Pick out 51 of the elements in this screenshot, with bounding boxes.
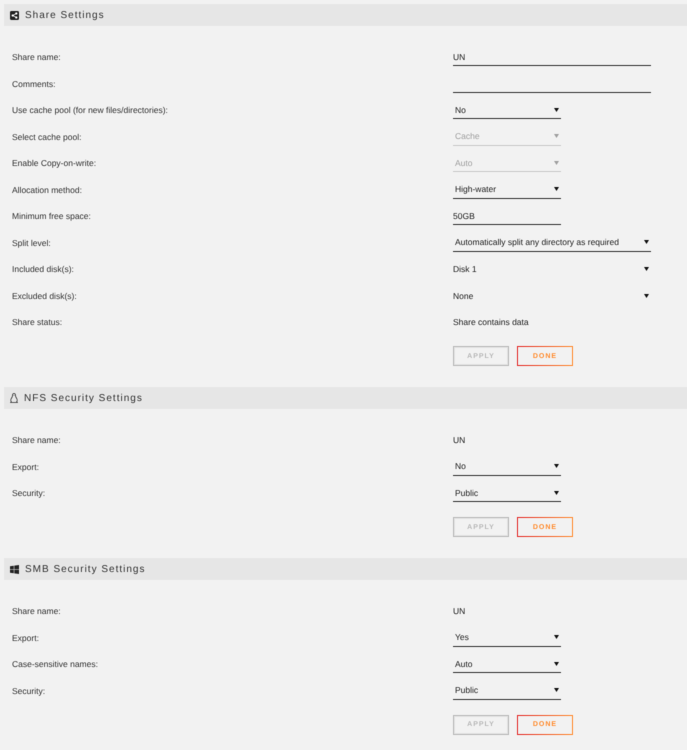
field-label: Share name: — [12, 605, 61, 618]
field-label: Excluded disk(s): — [12, 290, 77, 303]
dropdown-select[interactable]: Public — [453, 682, 561, 700]
caret-icon — [554, 160, 559, 164]
caret-icon — [644, 294, 649, 298]
field-label: Comments: — [12, 78, 56, 90]
field-label: Enable Copy-on-write: — [12, 157, 96, 170]
field-label: Use cache pool (for new files/directories): — [12, 104, 168, 117]
dropdown-select[interactable]: Automatically split any directory as required — [453, 234, 651, 252]
field-label: Minimum free space: — [12, 210, 91, 223]
text-input[interactable]: UN — [453, 48, 651, 66]
field-label: Share name: — [12, 51, 61, 64]
penguin-icon — [10, 393, 18, 403]
windows-icon — [10, 564, 19, 574]
field-label: Allocation method: — [12, 184, 82, 196]
field-label: Share name: — [12, 434, 61, 447]
dropdown-select[interactable]: No — [453, 101, 561, 119]
field-label: Security: — [12, 487, 46, 500]
dropdown-select[interactable]: High-water — [453, 180, 561, 198]
caret-icon — [644, 267, 649, 271]
dropdown-checklist[interactable]: Disk 1 — [453, 260, 651, 278]
share-icon — [10, 10, 19, 20]
caret-icon — [554, 108, 559, 112]
field-value: UN — [453, 605, 466, 618]
caret-icon — [554, 187, 559, 191]
field-label: Security: — [12, 684, 46, 698]
dropdown-checklist[interactable]: None — [453, 286, 651, 304]
section-title: Share Settings — [25, 10, 105, 20]
dropdown-select[interactable]: Public — [453, 484, 561, 502]
caret-icon — [554, 134, 559, 138]
field-label: Select cache pool: — [12, 130, 82, 144]
dropdown-select[interactable]: No — [453, 458, 561, 476]
field-label: Export: — [12, 460, 39, 474]
text-input[interactable]: 50GB — [453, 207, 561, 225]
caret-icon — [554, 464, 559, 468]
dropdown-select[interactable]: Auto — [453, 655, 561, 673]
caret-icon — [554, 688, 559, 692]
caret-icon — [644, 240, 649, 244]
section-title: SMB Security Settings — [25, 564, 146, 574]
field-label: Case-sensitive names: — [12, 658, 98, 671]
caret-icon — [554, 635, 559, 639]
field-value: UN — [453, 434, 466, 447]
section-title: NFS Security Settings — [24, 392, 143, 404]
field-label: Included disk(s): — [12, 263, 74, 276]
caret-icon — [554, 490, 559, 494]
field-value: Share contains data — [453, 316, 529, 329]
field-label: Export: — [12, 632, 39, 645]
dropdown-select[interactable]: Yes — [453, 628, 561, 646]
caret-icon — [554, 662, 559, 666]
field-label: Share status: — [12, 316, 62, 329]
field-label: Split level: — [12, 236, 51, 250]
